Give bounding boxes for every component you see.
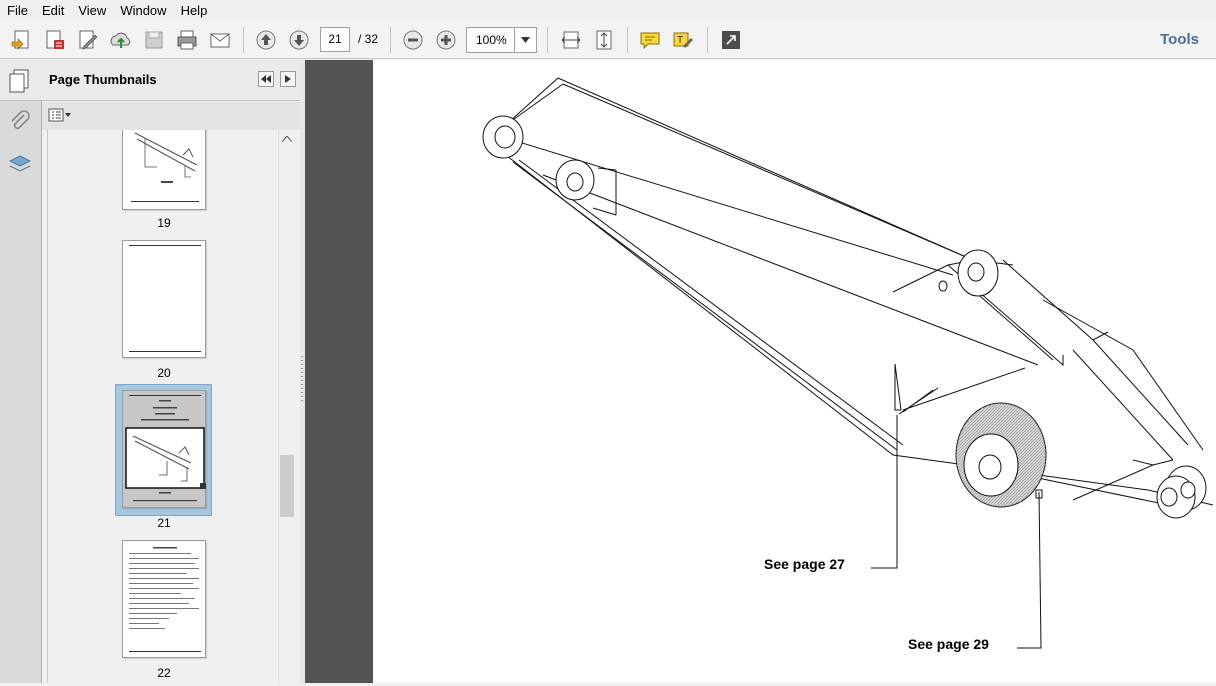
- navigation-strip: [0, 60, 42, 683]
- thumbnail-list: 19 20 21 22: [47, 130, 280, 683]
- page-total: / 32: [358, 32, 379, 46]
- thumbnail-page-22[interactable]: [122, 540, 206, 658]
- document-background: [305, 60, 373, 683]
- thumbnail-page-21[interactable]: [122, 390, 206, 508]
- collapse-panel-icon[interactable]: [258, 71, 274, 87]
- thumbnails-panel: Page Thumbnails 19 20 21 22: [42, 60, 300, 683]
- attachment-icon[interactable]: [8, 110, 32, 139]
- thumbnail-label: 21: [157, 516, 171, 530]
- page-down-icon[interactable]: [284, 25, 314, 55]
- tools-button[interactable]: Tools: [1160, 31, 1199, 48]
- toolbar: 21 / 32 100% T Tools: [0, 21, 1216, 59]
- menu-view[interactable]: View: [71, 0, 113, 21]
- zoom-select[interactable]: 100%: [466, 27, 537, 53]
- save-icon[interactable]: [139, 25, 169, 55]
- thumbnail-label: 22: [157, 666, 171, 680]
- comment-icon[interactable]: [635, 25, 665, 55]
- chevron-down-icon[interactable]: [514, 28, 536, 52]
- zoom-out-icon[interactable]: [398, 25, 428, 55]
- page-up-icon[interactable]: [251, 25, 281, 55]
- callout-see-page-27[interactable]: See page 27: [764, 556, 845, 572]
- thumbnail-page-19[interactable]: [122, 130, 206, 210]
- menu-edit[interactable]: Edit: [35, 0, 71, 21]
- zoom-value: 100%: [476, 33, 507, 47]
- print-icon[interactable]: [172, 25, 202, 55]
- panel-title: Page Thumbnails: [49, 72, 157, 87]
- page-number-input[interactable]: 21: [320, 27, 350, 52]
- thumbnail-label: 20: [157, 366, 171, 380]
- edit-pdf-icon[interactable]: [73, 25, 103, 55]
- fit-page-icon[interactable]: [589, 25, 619, 55]
- svg-text:T: T: [677, 35, 683, 46]
- scrollbar-thumb[interactable]: [280, 455, 294, 517]
- boom-drawing: [482, 77, 1214, 649]
- create-pdf-icon[interactable]: [7, 25, 37, 55]
- scroll-up-icon: [282, 136, 292, 142]
- panel-next-icon[interactable]: [280, 71, 296, 87]
- menu-help[interactable]: Help: [174, 0, 215, 21]
- menu-bar: File Edit View Window Help: [0, 0, 1216, 21]
- export-pdf-icon[interactable]: [40, 25, 70, 55]
- panel-header: Page Thumbnails: [42, 60, 300, 101]
- fit-width-icon[interactable]: [556, 25, 586, 55]
- document-page: See page 27 See page 29: [373, 60, 1216, 683]
- thumbnail-page-20[interactable]: [122, 240, 206, 358]
- options-menu-icon[interactable]: [48, 108, 72, 125]
- menu-window[interactable]: Window: [113, 0, 173, 21]
- thumbnail-options-bar: [42, 102, 300, 130]
- thumbnail-scrollbar[interactable]: [278, 130, 295, 683]
- callout-see-page-29[interactable]: See page 29: [908, 636, 989, 652]
- thumbnail-label: 19: [157, 216, 171, 230]
- highlight-icon[interactable]: T: [668, 25, 698, 55]
- page-thumbnails-icon[interactable]: [8, 68, 32, 97]
- layers-icon[interactable]: [7, 152, 33, 181]
- menu-file[interactable]: File: [0, 0, 35, 21]
- fullscreen-icon[interactable]: [716, 25, 746, 55]
- email-icon[interactable]: [205, 25, 235, 55]
- cloud-upload-icon[interactable]: [106, 25, 136, 55]
- zoom-in-icon[interactable]: [431, 25, 461, 55]
